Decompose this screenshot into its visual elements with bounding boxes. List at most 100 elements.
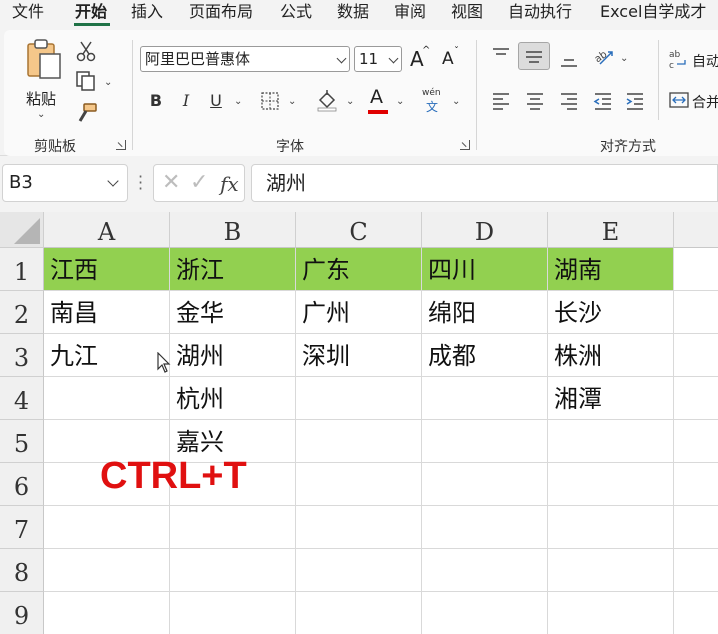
tab-review[interactable]: 审阅 [394,2,426,22]
column-header-b[interactable]: B [170,212,296,248]
column-header-e[interactable]: E [548,212,674,248]
borders-icon[interactable] [260,91,280,111]
cell-a2[interactable]: 南昌 [44,291,170,334]
row-header-7[interactable]: 7 [0,506,44,549]
wrap-text-icon[interactable]: ab c [668,48,690,70]
format-painter-icon[interactable] [76,102,98,124]
name-box[interactable]: B3 [2,164,128,202]
cell-a1[interactable]: 江西 [44,248,170,291]
decrease-indent-icon[interactable] [592,90,614,110]
name-box-chevron-down-icon[interactable] [107,175,119,187]
cell-a3[interactable]: 九江 [44,334,170,377]
copy-chevron-down-icon[interactable]: ⌄ [104,78,112,88]
cell-e9[interactable] [548,592,674,634]
row-header-5[interactable]: 5 [0,420,44,463]
underline-button[interactable]: U [206,90,226,112]
cell-partial-column[interactable] [674,549,718,592]
cell-b9[interactable] [170,592,296,634]
wrap-text-label[interactable]: 自动 [692,51,718,71]
cell-d4[interactable] [422,377,548,420]
tab-data[interactable]: 数据 [337,2,369,22]
align-middle-button[interactable] [518,42,550,70]
cell-c8[interactable] [296,549,422,592]
select-all-button[interactable] [0,212,44,248]
font-launcher-icon[interactable] [460,140,470,150]
orientation-chevron-down-icon[interactable]: ⌄ [620,54,628,64]
tab-page-layout[interactable]: 页面布局 [189,2,253,22]
row-header-1[interactable]: 1 [0,248,44,291]
cell-c2[interactable]: 广州 [296,291,422,334]
copy-icon[interactable] [75,70,97,92]
cell-b3[interactable]: 湖州 [170,334,296,377]
phonetic-chevron-down-icon[interactable]: ⌄ [452,97,460,107]
cell-partial-column[interactable] [674,592,718,634]
cell-partial-column[interactable] [674,248,718,291]
confirm-entry-icon[interactable]: ✓ [190,171,208,195]
cell-a8[interactable] [44,549,170,592]
tab-file[interactable]: 文件 [12,2,44,22]
cell-d9[interactable] [422,592,548,634]
fill-color-icon[interactable] [316,88,338,112]
merge-center-icon[interactable] [668,90,690,110]
tab-view[interactable]: 视图 [451,2,483,22]
cell-b2[interactable]: 金华 [170,291,296,334]
orientation-icon[interactable]: ab [592,46,616,68]
grow-font-button[interactable]: A ^ [408,45,432,72]
cell-c3[interactable]: 深圳 [296,334,422,377]
row-header-9[interactable]: 9 [0,592,44,634]
align-right-icon[interactable] [558,90,580,110]
row-header-4[interactable]: 4 [0,377,44,420]
cell-d8[interactable] [422,549,548,592]
align-top-icon[interactable] [490,46,512,66]
cell-e8[interactable] [548,549,674,592]
formula-bar-grip-icon[interactable]: · · · [138,169,143,197]
cell-e7[interactable] [548,506,674,549]
cell-c9[interactable] [296,592,422,634]
cell-d1[interactable]: 四川 [422,248,548,291]
column-header-partial[interactable] [674,212,718,248]
cell-partial-column[interactable] [674,334,718,377]
cell-e2[interactable]: 长沙 [548,291,674,334]
row-header-3[interactable]: 3 [0,334,44,377]
bold-button[interactable]: B [146,90,166,112]
cell-b7[interactable] [170,506,296,549]
cancel-entry-icon[interactable]: ✕ [162,171,180,195]
cell-b4[interactable]: 杭州 [170,377,296,420]
column-header-c[interactable]: C [296,212,422,248]
cell-a9[interactable] [44,592,170,634]
cell-d7[interactable] [422,506,548,549]
clipboard-launcher-icon[interactable] [116,140,126,150]
cell-b1[interactable]: 浙江 [170,248,296,291]
cell-c6[interactable] [296,463,422,506]
italic-button[interactable]: I [176,90,196,112]
font-size-select[interactable]: 11 [354,46,402,72]
cell-e6[interactable] [548,463,674,506]
cell-partial-column[interactable] [674,506,718,549]
cell-d3[interactable]: 成都 [422,334,548,377]
cell-a4[interactable] [44,377,170,420]
cell-e4[interactable]: 湘潭 [548,377,674,420]
align-center-icon[interactable] [524,90,546,110]
align-left-icon[interactable] [490,90,512,110]
cell-e5[interactable] [548,420,674,463]
cell-c5[interactable] [296,420,422,463]
merge-center-label[interactable]: 合并 [692,92,718,112]
formula-input[interactable]: 湖州 [251,164,718,202]
row-header-2[interactable]: 2 [0,291,44,334]
phonetic-button[interactable]: wén 文 [422,88,446,114]
cell-c7[interactable] [296,506,422,549]
fill-color-chevron-down-icon[interactable]: ⌄ [346,97,354,107]
tab-insert[interactable]: 插入 [131,2,163,22]
cell-partial-column[interactable] [674,291,718,334]
paste-button[interactable]: 粘贴 ⌄ [22,38,66,122]
cell-b8[interactable] [170,549,296,592]
cell-e3[interactable]: 株洲 [548,334,674,377]
tab-formulas[interactable]: 公式 [280,2,312,22]
cell-partial-column[interactable] [674,463,718,506]
font-color-button[interactable]: A [366,86,390,114]
column-header-a[interactable]: A [44,212,170,248]
font-name-select[interactable]: 阿里巴巴普惠体 [140,46,350,72]
borders-chevron-down-icon[interactable]: ⌄ [288,97,296,107]
cell-partial-column[interactable] [674,420,718,463]
tab-home[interactable]: 开始 [75,2,107,22]
